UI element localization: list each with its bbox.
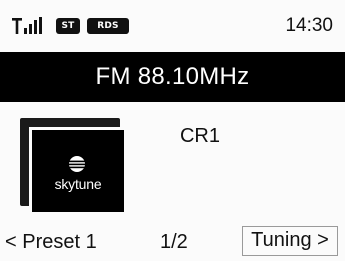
station-logo: skytune [20,118,138,218]
rds-badge: RDS [87,18,129,34]
status-bar: ST RDS 14:30 [0,0,345,44]
logo-wordmark: skytune [54,176,102,192]
antenna-signal-icon [12,17,42,34]
logo-card: skytune [32,130,124,212]
tuning-button[interactable]: Tuning > [242,226,338,256]
skytune-logo-icon [69,156,85,172]
radio-display: ST RDS 14:30 FM 88.10MHz skytune CR1 < P… [0,0,345,261]
stereo-badge: ST [56,18,80,34]
previous-preset-button[interactable]: < Preset 1 [5,228,97,256]
page-indicator: 1/2 [160,231,188,253]
frequency-display: FM 88.10MHz [0,52,345,102]
station-name: CR1 [179,125,220,147]
clock: 14:30 [285,15,333,36]
